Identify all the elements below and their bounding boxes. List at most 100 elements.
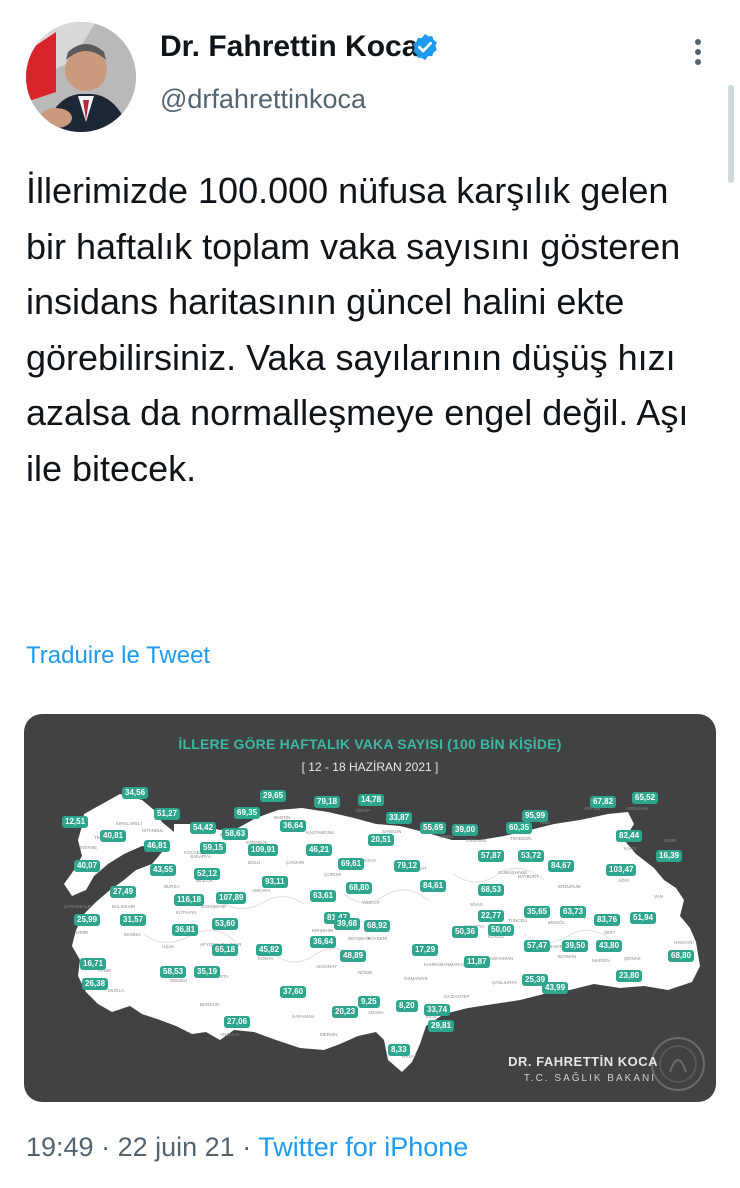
- province-label: BİNGÖL: [548, 920, 566, 925]
- case-value-badge: 50,00: [488, 924, 515, 936]
- case-value-badge: 40,07: [74, 860, 101, 872]
- case-value-badge: 63,61: [310, 890, 337, 902]
- tweet-time[interactable]: 19:49: [26, 1132, 94, 1162]
- case-value-badge: 58,53: [160, 966, 187, 978]
- author-handle[interactable]: @drfahrettinkoca: [160, 84, 366, 115]
- case-value-badge: 46,81: [144, 840, 171, 852]
- tweet-media-image[interactable]: İLLERE GÖRE HAFTALIK VAKA SAYISI (100 Bİ…: [24, 714, 716, 1102]
- province-label: ADIYAMAN: [490, 956, 514, 961]
- province-label: İSTANBUL: [142, 828, 164, 833]
- province-label: ÇORUM: [324, 872, 341, 877]
- case-value-badge: 109,91: [248, 844, 279, 856]
- case-value-badge: 68,53: [478, 884, 505, 896]
- case-value-badge: 79,18: [314, 796, 341, 808]
- more-options-icon[interactable]: [688, 36, 708, 72]
- case-value-badge: 95,99: [522, 810, 549, 822]
- province-label: KONYA: [258, 956, 274, 961]
- case-value-badge: 67,82: [590, 796, 617, 808]
- province-label: ADANA: [368, 1010, 384, 1015]
- case-value-badge: 39,00: [452, 824, 479, 836]
- province-label: ORDU: [440, 834, 454, 839]
- province-label: VAN: [654, 894, 663, 899]
- province-label: İZMİR: [76, 930, 89, 935]
- province-label: ÇANAKKALE: [64, 904, 92, 909]
- case-value-badge: 17,29: [412, 944, 439, 956]
- case-value-badge: 8,33: [388, 1044, 410, 1056]
- case-value-badge: 33,87: [386, 812, 413, 824]
- case-value-badge: 31,57: [120, 914, 147, 926]
- case-value-badge: 14,78: [358, 794, 385, 806]
- case-value-badge: 27,06: [224, 1016, 251, 1028]
- case-value-badge: 65,18: [212, 944, 239, 956]
- province-label: ARDAHAN: [626, 806, 649, 811]
- translate-tweet-link[interactable]: Traduire le Tweet: [26, 642, 210, 670]
- scrollbar[interactable]: [728, 85, 734, 183]
- province-label: SİNOP: [356, 808, 371, 813]
- case-value-badge: 68,92: [364, 920, 391, 932]
- case-value-badge: 35,65: [524, 906, 551, 918]
- case-value-badge: 35,19: [194, 966, 221, 978]
- case-value-badge: 23,80: [616, 970, 643, 982]
- province-label: TRABZON: [510, 836, 532, 841]
- province-label: EDİRNE: [80, 845, 98, 850]
- case-value-badge: 20,23: [332, 1006, 359, 1018]
- case-value-badge: 57,87: [478, 850, 505, 862]
- case-value-badge: 58,63: [222, 828, 249, 840]
- province-label: OSMANİYE: [404, 976, 428, 981]
- author-name[interactable]: Dr. Fahrettin Koca: [160, 30, 418, 64]
- province-label: ÇANKIRI: [286, 860, 305, 865]
- verified-badge-icon: [413, 33, 437, 61]
- case-value-badge: 29,81: [428, 1020, 455, 1032]
- case-value-badge: 36,64: [280, 820, 307, 832]
- province-label: ESKİŞEHİR: [202, 904, 227, 909]
- case-value-badge: 84,67: [548, 860, 575, 872]
- case-value-badge: 59,15: [200, 842, 227, 854]
- case-value-badge: 51,94: [630, 912, 657, 924]
- province-label: KAHRAMANMARAŞ: [424, 962, 466, 967]
- case-value-badge: 116,18: [174, 894, 205, 906]
- province-label: ERZURUM: [558, 884, 581, 889]
- case-value-badge: 48,89: [340, 950, 367, 962]
- province-label: BOLU: [248, 860, 261, 865]
- case-value-badge: 39,50: [562, 940, 589, 952]
- case-value-badge: 43,80: [596, 940, 623, 952]
- case-value-badge: 79,12: [394, 860, 421, 872]
- province-label: KIRŞEHİR: [312, 928, 334, 933]
- case-value-badge: 60,35: [506, 822, 533, 834]
- province-label: GİRESUN: [466, 838, 487, 843]
- province-label: BAYBURT: [518, 874, 539, 879]
- case-value-badge: 83,76: [594, 914, 621, 926]
- province-label: HAKKARİ: [674, 940, 694, 945]
- province-label: MERSİN: [320, 1032, 338, 1037]
- province-label: NİĞDE: [358, 970, 373, 975]
- case-value-badge: 36,81: [172, 924, 199, 936]
- province-label: IĞDIR: [664, 838, 677, 843]
- province-label: BALIKESİR: [112, 904, 136, 909]
- province-label: TUNCELİ: [508, 918, 528, 923]
- case-value-badge: 43,99: [542, 982, 569, 994]
- province-label: DENİZLİ: [170, 978, 188, 983]
- case-value-badge: 16,39: [656, 850, 683, 862]
- case-value-badge: 63,73: [560, 906, 587, 918]
- province-label: UŞAK: [162, 944, 175, 949]
- case-value-badge: 8,20: [396, 1000, 418, 1012]
- separator: ·: [93, 1132, 118, 1162]
- case-value-badge: 40,81: [100, 830, 127, 842]
- province-label: ŞANLIURFA: [492, 980, 518, 985]
- case-value-badge: 45,82: [256, 944, 283, 956]
- province-label: SİİRT: [604, 930, 616, 935]
- case-value-badge: 11,87: [464, 956, 490, 968]
- province-label: YOZGAT: [362, 900, 381, 905]
- province-label: ANKARA: [252, 888, 271, 893]
- case-value-badge: 25,99: [74, 914, 101, 926]
- province-label: BURSA: [164, 884, 180, 889]
- province-label: BURDUR: [200, 1002, 220, 1007]
- province-label: MARDİN: [592, 958, 610, 963]
- province-label: ANTALYA: [220, 1032, 240, 1037]
- case-value-badge: 34,56: [122, 787, 149, 799]
- province-label: AĞRI: [618, 878, 630, 883]
- avatar[interactable]: [26, 22, 136, 132]
- province-label: KÜTAHYA: [176, 910, 197, 915]
- tweet-date[interactable]: 22 juin 21: [118, 1132, 235, 1162]
- tweet-source[interactable]: Twitter for iPhone: [258, 1132, 468, 1162]
